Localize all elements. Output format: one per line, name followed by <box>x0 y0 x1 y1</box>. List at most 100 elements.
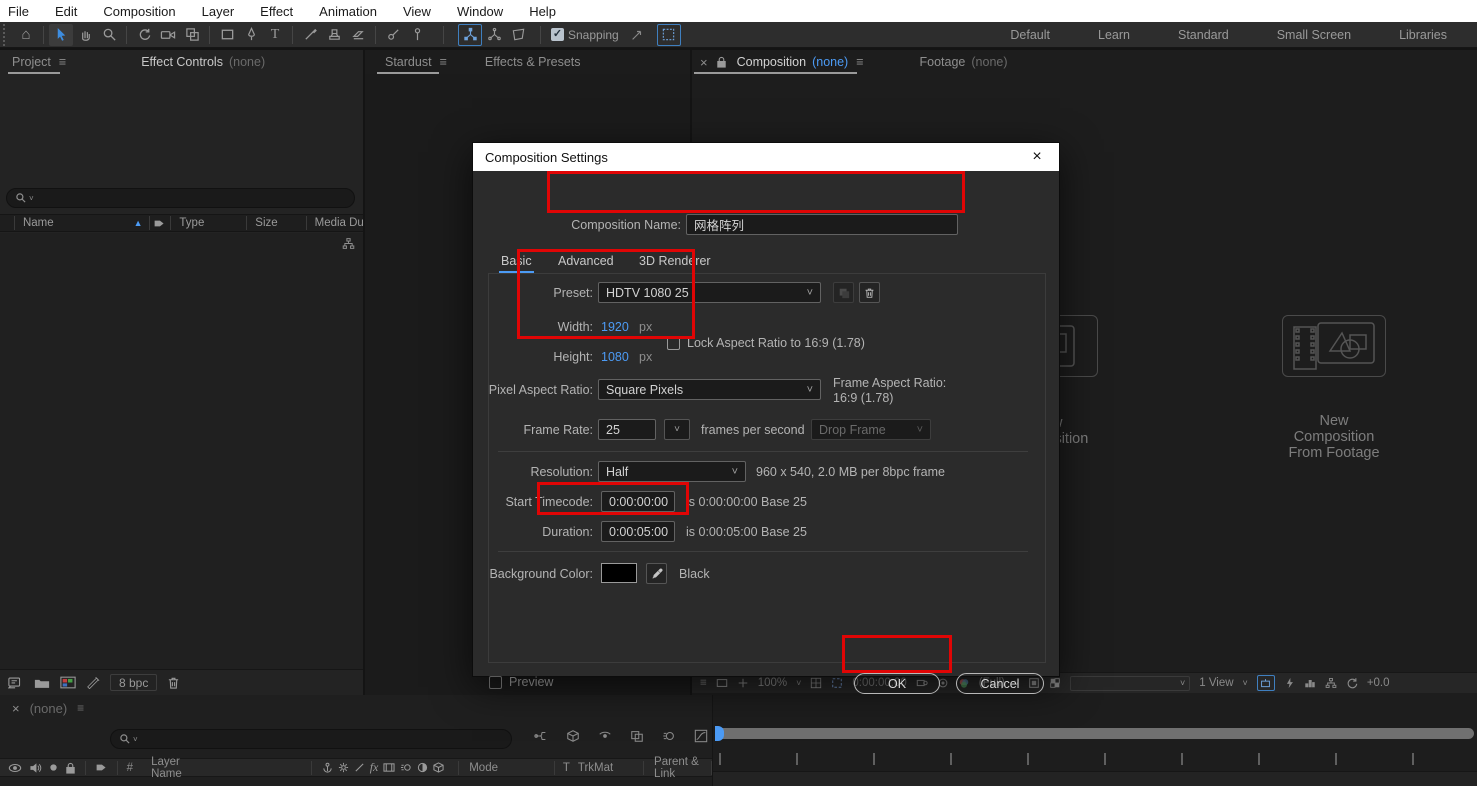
workspace-default[interactable]: Default <box>986 28 1074 42</box>
rotate-tool-icon[interactable] <box>132 24 156 46</box>
proxy-icon[interactable] <box>86 676 100 689</box>
local-axis-mode-icon[interactable] <box>458 24 482 46</box>
timeline-close-tab-icon[interactable]: × <box>12 701 20 716</box>
new-folder-icon[interactable] <box>34 677 50 689</box>
composition-name-input[interactable]: 网格阵列 <box>686 214 958 235</box>
composition-panel-menu-icon[interactable]: ≡ <box>856 55 863 69</box>
shy-layers-icon[interactable] <box>598 729 612 743</box>
tab-footage[interactable]: Footage <box>920 55 966 69</box>
search-options-chevron-icon[interactable]: ˅ <box>29 194 34 203</box>
zoom-tool-icon[interactable] <box>97 24 121 46</box>
fx-switch-icon[interactable]: fx <box>370 760 379 775</box>
hand-tool-icon[interactable] <box>73 24 97 46</box>
snapping-checkbox[interactable]: ✓ <box>551 28 564 41</box>
workspace-standard[interactable]: Standard <box>1154 28 1253 42</box>
view-axis-mode-icon[interactable] <box>506 24 530 46</box>
menu-window[interactable]: Window <box>457 4 503 19</box>
height-value[interactable]: 1080 <box>601 350 629 364</box>
view-chevron-icon[interactable]: ˅ <box>1243 678 1248 688</box>
menu-effect[interactable]: Effect <box>260 4 293 19</box>
menu-edit[interactable]: Edit <box>55 4 77 19</box>
camera-tool-icon[interactable] <box>156 24 180 46</box>
new-composition-icon[interactable] <box>60 676 76 689</box>
save-preset-button[interactable] <box>833 282 854 303</box>
ok-button[interactable]: OK <box>854 673 940 694</box>
snap-options-icon[interactable] <box>625 24 649 46</box>
menu-file[interactable]: File <box>8 4 29 19</box>
motion-blur-switch-icon[interactable] <box>400 762 412 773</box>
menu-animation[interactable]: Animation <box>319 4 377 19</box>
world-axis-mode-icon[interactable] <box>482 24 506 46</box>
stardust-panel-menu-icon[interactable]: ≡ <box>440 55 447 69</box>
time-navigator-bar[interactable] <box>717 728 1474 739</box>
column-size[interactable]: Size <box>255 217 277 229</box>
fast-previews-icon[interactable] <box>1284 677 1295 689</box>
dialog-close-icon[interactable]: × <box>1027 148 1047 166</box>
column-preserve-transparency[interactable]: T <box>563 762 570 774</box>
label-column-icon[interactable] <box>95 761 108 774</box>
dialog-tab-advanced[interactable]: Advanced <box>558 254 614 268</box>
draft-switch-icon[interactable] <box>354 762 365 773</box>
exposure-value[interactable]: +0.0 <box>1367 677 1390 689</box>
lock-icon[interactable] <box>716 56 727 68</box>
frame-blending-icon[interactable] <box>630 729 644 743</box>
column-layer-name[interactable]: Layer Name <box>151 756 203 780</box>
draft-3d-icon[interactable] <box>566 729 580 743</box>
lock-column-icon[interactable] <box>65 762 76 774</box>
column-parent-link[interactable]: Parent & Link <box>654 756 711 780</box>
menu-help[interactable]: Help <box>529 4 556 19</box>
interpret-footage-icon[interactable] <box>8 676 24 689</box>
close-tab-icon[interactable]: × <box>700 55 708 70</box>
search-options-chevron-icon[interactable]: ˅ <box>133 735 138 744</box>
graph-editor-icon[interactable] <box>694 729 708 743</box>
trash-icon[interactable] <box>167 676 180 690</box>
sort-ascending-icon[interactable]: ▲ <box>134 218 143 228</box>
tab-effects-presets[interactable]: Effects & Presets <box>485 55 581 69</box>
project-bit-depth[interactable]: 8 bpc <box>110 674 157 691</box>
eraser-tool-icon[interactable] <box>346 24 370 46</box>
time-ruler[interactable] <box>719 753 1474 765</box>
histogram-icon[interactable] <box>1304 677 1316 689</box>
anchor-switch-icon[interactable] <box>322 762 333 773</box>
type-tool-icon[interactable]: T <box>263 24 287 46</box>
column-number[interactable]: # <box>127 762 133 774</box>
selection-tool-icon[interactable] <box>49 24 73 46</box>
duration-input[interactable]: 0:00:05:00 <box>601 521 675 542</box>
project-list-area[interactable] <box>0 233 363 669</box>
view-layout[interactable]: 1 View <box>1199 677 1233 689</box>
toolbar-grip[interactable] <box>3 24 10 46</box>
tab-project[interactable]: Project <box>12 55 51 69</box>
start-timecode-input[interactable]: 0:00:00:00 <box>601 491 675 512</box>
pan-behind-tool-icon[interactable] <box>180 24 204 46</box>
timeline-search-input[interactable]: ˅ <box>110 729 512 749</box>
timeline-panel-menu-icon[interactable]: ≡ <box>77 701 84 715</box>
view-options-dropdown[interactable]: ˅ <box>1070 676 1190 691</box>
column-type[interactable]: Type <box>179 217 204 229</box>
collapse-switch-icon[interactable] <box>338 762 349 773</box>
mini-flowchart-icon[interactable] <box>1325 677 1337 689</box>
clone-stamp-tool-icon[interactable] <box>322 24 346 46</box>
column-media-duration[interactable]: Media Duration <box>315 217 363 229</box>
workspace-small-screen[interactable]: Small Screen <box>1253 28 1375 42</box>
menu-layer[interactable]: Layer <box>202 4 235 19</box>
pen-tool-icon[interactable] <box>239 24 263 46</box>
dialog-title-bar[interactable]: Composition Settings × <box>473 143 1059 171</box>
tab-stardust[interactable]: Stardust <box>385 55 432 69</box>
flowchart-icon[interactable] <box>342 237 355 250</box>
column-trkmat[interactable]: TrkMat <box>578 762 613 774</box>
pixel-aspect-ratio-dropdown[interactable]: Square Pixels˅ <box>598 379 821 400</box>
workspace-libraries[interactable]: Libraries <box>1375 28 1471 42</box>
mask-visibility-icon[interactable] <box>657 24 681 46</box>
cancel-button[interactable]: Cancel <box>956 673 1044 694</box>
project-search-input[interactable]: ˅ <box>6 188 355 208</box>
project-panel-menu-icon[interactable]: ≡ <box>59 55 66 69</box>
menu-view[interactable]: View <box>403 4 431 19</box>
tab-composition[interactable]: Composition <box>737 55 806 69</box>
audio-icon[interactable] <box>29 762 42 774</box>
dialog-tab-basic[interactable]: Basic <box>501 254 532 268</box>
label-color-icon[interactable] <box>153 217 166 230</box>
playhead-indicator[interactable] <box>715 726 724 741</box>
workspace-learn[interactable]: Learn <box>1074 28 1154 42</box>
frame-blend-switch-icon[interactable] <box>383 762 395 773</box>
column-mode[interactable]: Mode <box>469 762 498 774</box>
